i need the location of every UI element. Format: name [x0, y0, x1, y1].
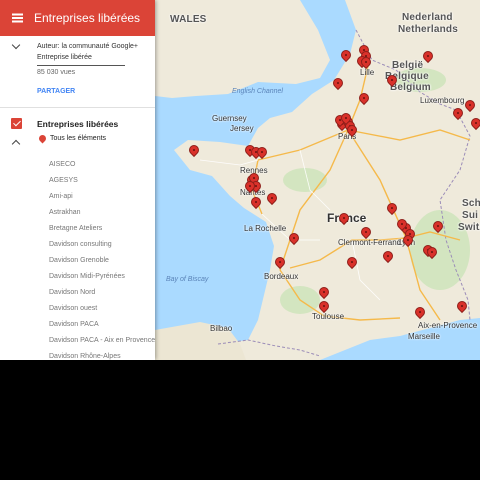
place-label-aix: Aix-en-Provence	[418, 321, 478, 330]
chevron-up-icon[interactable]	[11, 139, 21, 149]
list-item[interactable]: Davidson Grenoble	[0, 253, 155, 269]
layer-header: Entreprises libérées Tous les éléments	[0, 108, 155, 150]
panel-header: Entreprises libérées	[0, 0, 155, 36]
country-label-sch: Sch	[462, 198, 480, 209]
country-label-belgie: België	[392, 60, 424, 71]
country-label-netherlands: Netherlands	[398, 24, 458, 35]
sea-label-english-channel: English Channel	[232, 88, 283, 95]
list-item[interactable]: AGESYS	[0, 173, 155, 189]
author-link-underline	[37, 65, 125, 66]
country-label-sui: Sui	[462, 210, 479, 221]
layer-checkbox[interactable]	[11, 118, 22, 129]
all-items-label: Tous les éléments	[50, 135, 107, 142]
map-legend-panel: Entreprises libérées Auteur: la communau…	[0, 0, 155, 360]
hamburger-menu-icon[interactable]	[0, 0, 34, 36]
place-label-marseille: Marseille	[408, 332, 441, 341]
list-item[interactable]: Davidson consulting	[0, 237, 155, 253]
country-label-belgium: Belgium	[390, 82, 431, 93]
list-item[interactable]: Davidson PACA - Aix en Provence	[0, 333, 155, 349]
place-label-toulouse: Toulouse	[312, 312, 345, 321]
sea-label-bay-of-biscay: Bay of Biscay	[166, 276, 209, 283]
spain-landmass	[155, 322, 246, 360]
country-label-switz: Switz	[458, 222, 480, 233]
list-item[interactable]: Bretagne Ateliers	[0, 221, 155, 237]
map-title: Entreprises libérées	[34, 11, 141, 25]
place-label-clermont: Clermont-Ferrand	[338, 238, 402, 247]
country-label-nederland: Nederland	[402, 12, 453, 23]
map-app: WALES Nederland Netherlands België Belgi…	[0, 0, 480, 360]
place-label-luxembourg: Luxembourg	[420, 96, 465, 105]
list-item[interactable]: Davidson Nord	[0, 285, 155, 301]
country-label-wales: WALES	[170, 14, 207, 25]
place-label-jersey: Jersey	[230, 124, 254, 133]
list-item[interactable]: Davidson PACA	[0, 317, 155, 333]
share-button[interactable]: PARTAGER	[37, 88, 75, 95]
place-label-guernsey: Guernsey	[212, 114, 247, 123]
list-item[interactable]: Ami-api	[0, 189, 155, 205]
place-label-bordeaux: Bordeaux	[264, 272, 299, 281]
all-items-toggle[interactable]: Tous les éléments	[37, 133, 107, 144]
list-item[interactable]: Davidson ouest	[0, 301, 155, 317]
marker-icon	[37, 133, 48, 144]
layer-name: Entreprises libérées	[37, 119, 119, 129]
place-label-lille: Lille	[360, 68, 375, 77]
list-item[interactable]: Davidson Midi-Pyrénées	[0, 269, 155, 285]
list-item[interactable]: AISECO	[0, 157, 155, 173]
list-item[interactable]: Astrakhan	[0, 205, 155, 221]
layer-item-list: AISECO AGESYS Ami-api Astrakhan Bretagne…	[0, 157, 155, 360]
view-count: 85 030 vues	[37, 69, 76, 76]
list-item[interactable]: Davidson Rhône-Alpes	[0, 349, 155, 360]
author-text: Auteur: la communauté Google+ Entreprise…	[37, 43, 138, 61]
map-details: Auteur: la communauté Google+ Entreprise…	[0, 36, 155, 108]
place-label-la-rochelle: La Rochelle	[244, 224, 287, 233]
chevron-down-icon[interactable]	[11, 40, 21, 50]
place-label-bilbao: Bilbao	[210, 324, 233, 333]
